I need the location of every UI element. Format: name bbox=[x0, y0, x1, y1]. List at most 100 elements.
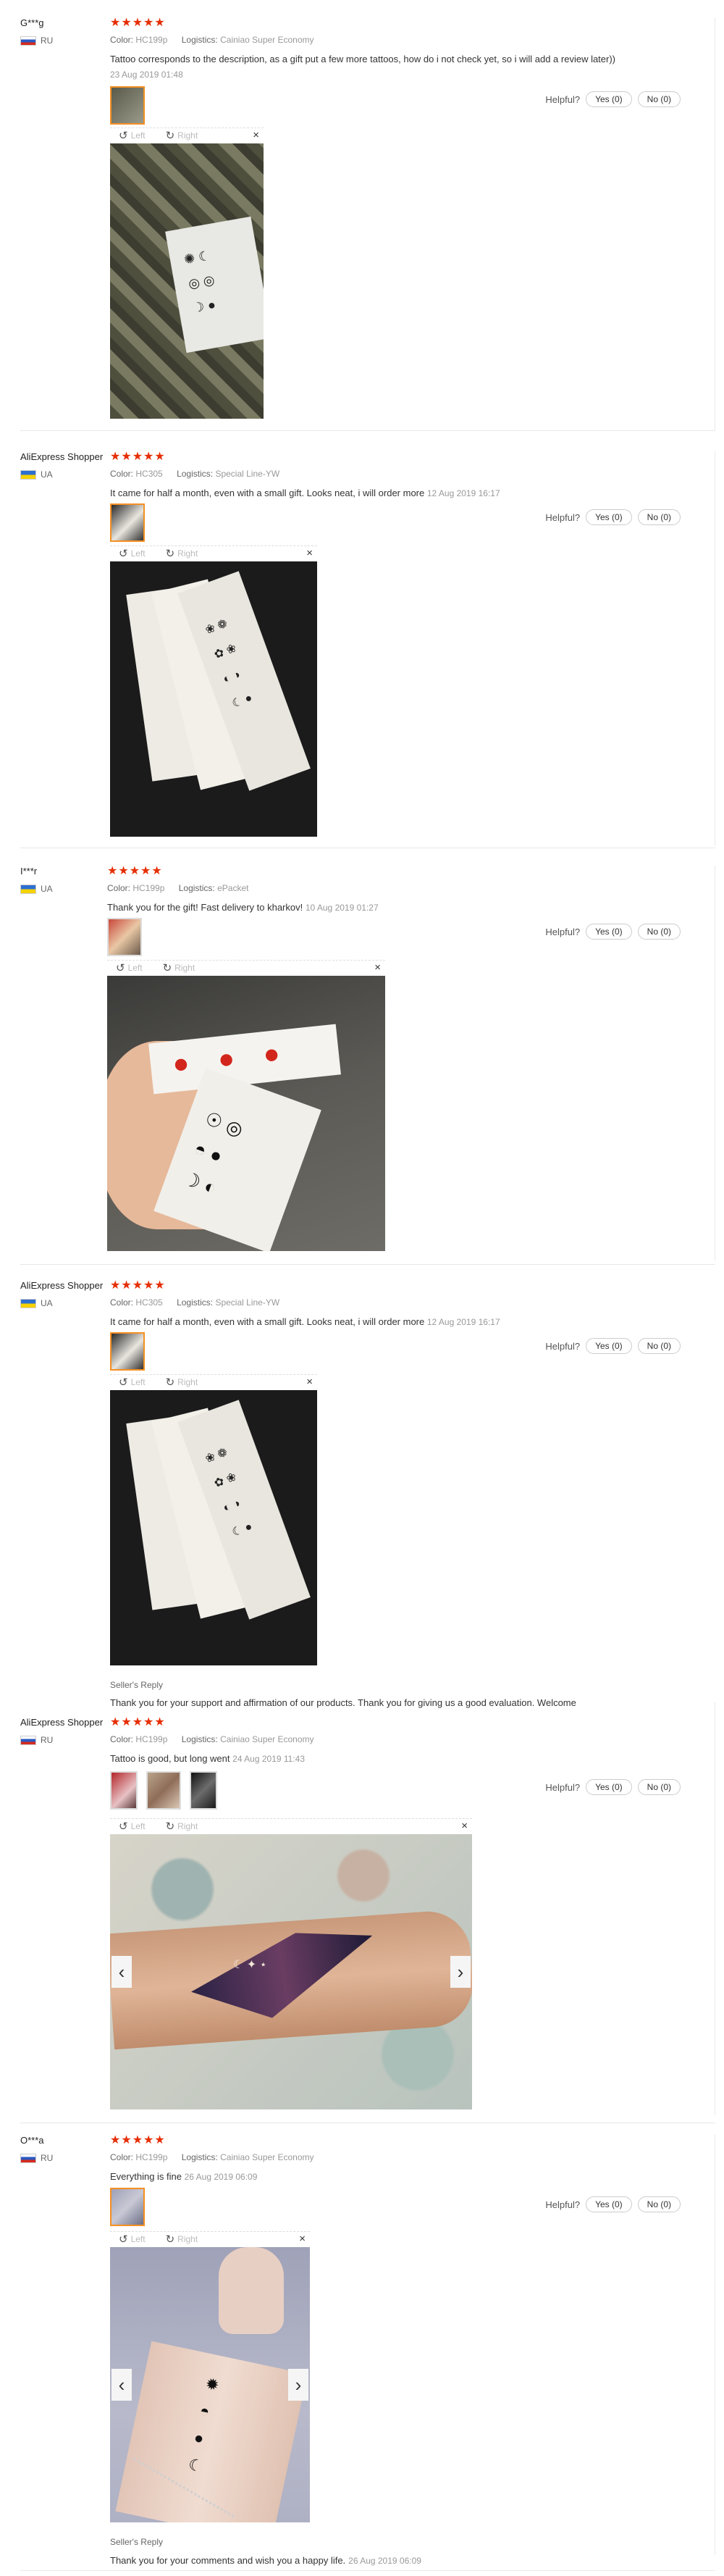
photo-thumbnail[interactable] bbox=[110, 1771, 138, 1810]
helpful-yes-button[interactable]: Yes (0) bbox=[586, 924, 632, 940]
chevron-left-icon: ‹ bbox=[118, 1960, 125, 1983]
close-icon[interactable]: × bbox=[461, 1820, 468, 1832]
reviewer-name: AliExpress Shopper bbox=[20, 1717, 104, 1728]
helpful-no-button[interactable]: No (0) bbox=[637, 91, 681, 107]
seller-reply-text: Thank you for your support and affirmati… bbox=[110, 1697, 576, 1708]
photo-viewer-toolbar: ↺ Left ↻ Right × bbox=[110, 127, 264, 142]
photo-thumbnail[interactable] bbox=[110, 1332, 145, 1371]
rotate-left-icon: ↺ bbox=[119, 2233, 128, 2246]
rotate-right-button[interactable]: ↻ Right bbox=[166, 1376, 198, 1389]
helpful-block: Helpful? Yes (0) No (0) bbox=[545, 924, 681, 940]
seller-reply-text: Thank you for your comments and wish you… bbox=[110, 2555, 421, 2566]
reviewer-country: UA bbox=[20, 469, 53, 480]
review-text: Everything is fine 26 Aug 2019 06:09 bbox=[110, 2171, 258, 2182]
review-meta: Color: HC199p Logistics: Cainiao Super E… bbox=[110, 1734, 314, 1744]
close-icon[interactable]: × bbox=[306, 547, 313, 559]
helpful-no-button[interactable]: No (0) bbox=[637, 509, 681, 525]
helpful-no-button[interactable]: No (0) bbox=[637, 2196, 681, 2212]
helpful-no-button[interactable]: No (0) bbox=[637, 1338, 681, 1354]
flag-ru-icon bbox=[20, 35, 36, 46]
chevron-right-icon: › bbox=[457, 1960, 464, 1983]
review-text: Tattoo corresponds to the description, a… bbox=[110, 54, 616, 80]
next-photo-button[interactable]: › bbox=[450, 1956, 471, 1988]
flag-ua-icon bbox=[20, 469, 36, 480]
review-photo: ✹ ◓ ● ☾ ‹ › bbox=[110, 2247, 310, 2522]
chevron-left-icon: ‹ bbox=[118, 2373, 125, 2396]
reviewer-name: G***g bbox=[20, 17, 44, 28]
rating-stars: ★★★★★ bbox=[110, 17, 166, 29]
rotate-left-icon: ↺ bbox=[119, 1820, 128, 1833]
helpful-no-button[interactable]: No (0) bbox=[637, 1779, 681, 1795]
helpful-yes-button[interactable]: Yes (0) bbox=[586, 91, 632, 107]
rating-stars: ★★★★★ bbox=[110, 1279, 166, 1292]
photo-thumbnails bbox=[110, 2188, 145, 2226]
photo-thumbnail[interactable] bbox=[110, 503, 145, 542]
reviewer-name: AliExpress Shopper bbox=[20, 1280, 104, 1291]
close-icon[interactable]: × bbox=[306, 1376, 313, 1388]
flag-ua-icon bbox=[20, 884, 36, 894]
rotate-left-button[interactable]: ↺ Left bbox=[119, 1376, 146, 1389]
photo-thumbnail[interactable] bbox=[107, 918, 142, 956]
helpful-block: Helpful? Yes (0) No (0) bbox=[545, 1338, 681, 1354]
photo-viewer-toolbar: ↺ Left ↻ Right × bbox=[110, 2231, 310, 2246]
rotate-left-button[interactable]: ↺ Left bbox=[116, 961, 143, 974]
seller-reply-label: Seller's Reply bbox=[110, 2537, 163, 2547]
helpful-yes-button[interactable]: Yes (0) bbox=[586, 2196, 632, 2212]
flag-ru-icon bbox=[20, 1735, 36, 1745]
rotate-right-icon: ↻ bbox=[165, 2233, 175, 2246]
reviewer-name: I***r bbox=[20, 866, 38, 877]
photo-viewer-toolbar: ↺ Left ↻ Right × bbox=[110, 1818, 472, 1833]
photo-thumbnails bbox=[110, 1332, 145, 1371]
rotate-left-button[interactable]: ↺ Left bbox=[119, 2233, 146, 2246]
photo-thumbnails bbox=[110, 86, 145, 125]
next-photo-button[interactable]: › bbox=[288, 2369, 308, 2401]
rotate-right-button[interactable]: ↻ Right bbox=[163, 961, 195, 974]
helpful-yes-button[interactable]: Yes (0) bbox=[586, 1338, 632, 1354]
helpful-yes-button[interactable]: Yes (0) bbox=[586, 1779, 632, 1795]
close-icon[interactable]: × bbox=[299, 2233, 306, 2245]
helpful-block: Helpful? Yes (0) No (0) bbox=[545, 509, 681, 525]
helpful-block: Helpful? Yes (0) No (0) bbox=[545, 1779, 681, 1795]
chevron-right-icon: › bbox=[295, 2373, 302, 2396]
flag-ua-icon bbox=[20, 1298, 36, 1308]
helpful-no-button[interactable]: No (0) bbox=[637, 924, 681, 940]
review-photo: ✺ ☾ ◎ ◎ ☽ ● bbox=[110, 143, 264, 419]
review-photo: ❀ ❁ ✿ ❀ ◐ ◑ ☾ ● bbox=[110, 561, 317, 837]
rotate-left-icon: ↺ bbox=[119, 1376, 128, 1389]
close-icon[interactable]: × bbox=[374, 961, 381, 974]
review-photo: ❀ ❁ ✿ ❀ ◐ ◑ ☾ ● bbox=[110, 1390, 317, 1665]
rotate-right-icon: ↻ bbox=[165, 547, 175, 560]
review-text: Tattoo is good, but long went 24 Aug 201… bbox=[110, 1753, 306, 1764]
rotate-left-button[interactable]: ↺ Left bbox=[119, 547, 146, 560]
previous-photo-button[interactable]: ‹ bbox=[111, 2369, 132, 2401]
reviewer-country: RU bbox=[20, 1735, 53, 1745]
close-icon[interactable]: × bbox=[253, 129, 259, 141]
rotate-right-button[interactable]: ↻ Right bbox=[166, 547, 198, 560]
rotate-right-button[interactable]: ↻ Right bbox=[166, 129, 198, 142]
rating-stars: ★★★★★ bbox=[110, 1716, 166, 1728]
photo-thumbnail[interactable] bbox=[110, 86, 145, 125]
reviewer-country: RU bbox=[20, 2153, 53, 2163]
photo-thumbnail[interactable] bbox=[146, 1771, 181, 1810]
photo-viewer-toolbar: ↺ Left ↻ Right × bbox=[107, 960, 385, 974]
rotate-right-button[interactable]: ↻ Right bbox=[166, 1820, 198, 1833]
rotate-right-button[interactable]: ↻ Right bbox=[166, 2233, 198, 2246]
review-text: Thank you for the gift! Fast delivery to… bbox=[107, 902, 379, 913]
review-text: It came for half a month, even with a sm… bbox=[110, 488, 500, 498]
photo-thumbnails bbox=[107, 918, 142, 956]
rotate-right-icon: ↻ bbox=[162, 961, 172, 974]
review-meta: Color: HC199p Logistics: Cainiao Super E… bbox=[110, 35, 314, 45]
rating-stars: ★★★★★ bbox=[110, 451, 166, 463]
photo-thumbnail[interactable] bbox=[190, 1771, 217, 1810]
rotate-right-icon: ↻ bbox=[165, 1820, 175, 1833]
rotate-left-button[interactable]: ↺ Left bbox=[119, 129, 146, 142]
reviewer-name: AliExpress Shopper bbox=[20, 451, 104, 462]
flag-ru-icon bbox=[20, 2153, 36, 2163]
previous-photo-button[interactable]: ‹ bbox=[111, 1956, 132, 1988]
rotate-left-button[interactable]: ↺ Left bbox=[119, 1820, 146, 1833]
review-meta: Color: HC199p Logistics: ePacket bbox=[107, 883, 249, 893]
photo-thumbnail[interactable] bbox=[110, 2188, 145, 2226]
rating-stars: ★★★★★ bbox=[107, 865, 163, 877]
helpful-yes-button[interactable]: Yes (0) bbox=[586, 509, 632, 525]
review-photo: ●●● ☉ ◎ ◓ ● ☽ ◐ bbox=[107, 976, 385, 1251]
